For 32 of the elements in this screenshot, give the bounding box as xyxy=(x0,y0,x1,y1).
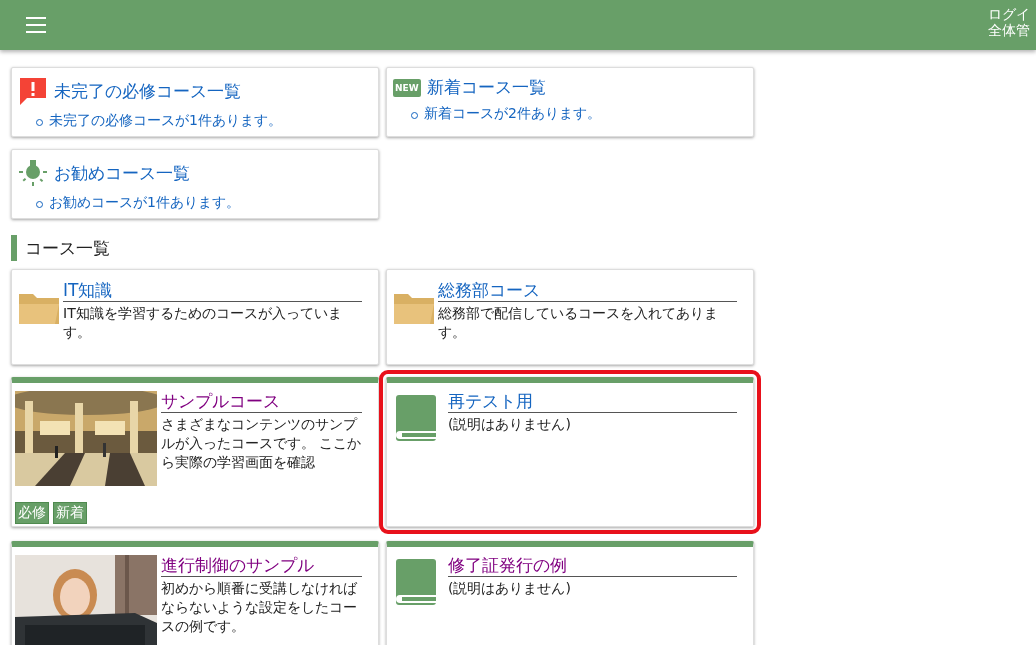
course-title[interactable]: サンプルコース xyxy=(161,391,362,413)
folder-title[interactable]: 総務部コース xyxy=(438,280,737,302)
new-badge: NEW xyxy=(393,78,421,97)
course-card[interactable]: サンプルコース さまざまなコンテンツのサンプルが入ったコースです。 ここから実際の学習画面を確認 必修 新着 xyxy=(11,377,379,527)
summary-title[interactable]: お勧めコース一覧 xyxy=(54,161,190,185)
summary-card[interactable]: 未完了の必修コース一覧 未完了の必修コースが1件あります。 xyxy=(11,67,379,137)
summary-link[interactable]: お勧めコースが1件あります。 xyxy=(49,194,240,212)
summary-link[interactable]: 未完了の必修コースが1件あります。 xyxy=(49,112,282,130)
folder-card[interactable]: 総務部コース 総務部で配信しているコースを入れてあります。 xyxy=(386,269,754,365)
course-description: (説明はありません) xyxy=(448,415,572,434)
summary-card[interactable]: NEW 新着コース一覧 新着コースが2件あります。 xyxy=(386,67,754,137)
course-description: さまざまなコンテンツのサンプルが入ったコースです。 ここから実際の学習画面を確認 xyxy=(161,415,362,472)
summary-card[interactable]: お勧めコース一覧 お勧めコースが1件あります。 xyxy=(11,149,379,219)
course-title[interactable]: 修了証発行の例 xyxy=(448,555,737,577)
course-description: 初めから順番に受講しなければならないような設定をしたコースの例です。 xyxy=(161,579,358,636)
folder-title[interactable]: IT知識 xyxy=(63,280,362,302)
user-text: ログイ xyxy=(988,6,1031,22)
course-tag: 必修 xyxy=(15,502,49,524)
course-card[interactable]: 進行制御のサンプル 初めから順番に受講しなければならないような設定をしたコースの例です。 xyxy=(11,541,379,645)
course-tag: 新着 xyxy=(53,502,87,524)
course-card[interactable]: 修了証発行の例 (説明はありません) xyxy=(386,541,754,645)
summary-title[interactable]: 新着コース一覧 xyxy=(426,76,546,99)
summary-link[interactable]: 新着コースが2件あります。 xyxy=(424,105,601,123)
course-description: (説明はありません) xyxy=(448,579,572,598)
summary-title[interactable]: 未完了の必修コース一覧 xyxy=(54,79,241,103)
folder-description: IT知識を学習するためのコースが入っています。 xyxy=(63,304,343,342)
user-text: 全体管 xyxy=(988,22,1031,38)
folder-description: 総務部で配信しているコースを入れてあります。 xyxy=(438,304,719,342)
course-title[interactable]: 進行制御のサンプル xyxy=(161,555,362,577)
course-title[interactable]: 再テスト用 xyxy=(448,391,737,413)
section-title: コース一覧 xyxy=(25,236,110,260)
folder-card[interactable]: IT知識 IT知識を学習するためのコースが入っています。 xyxy=(11,269,379,365)
